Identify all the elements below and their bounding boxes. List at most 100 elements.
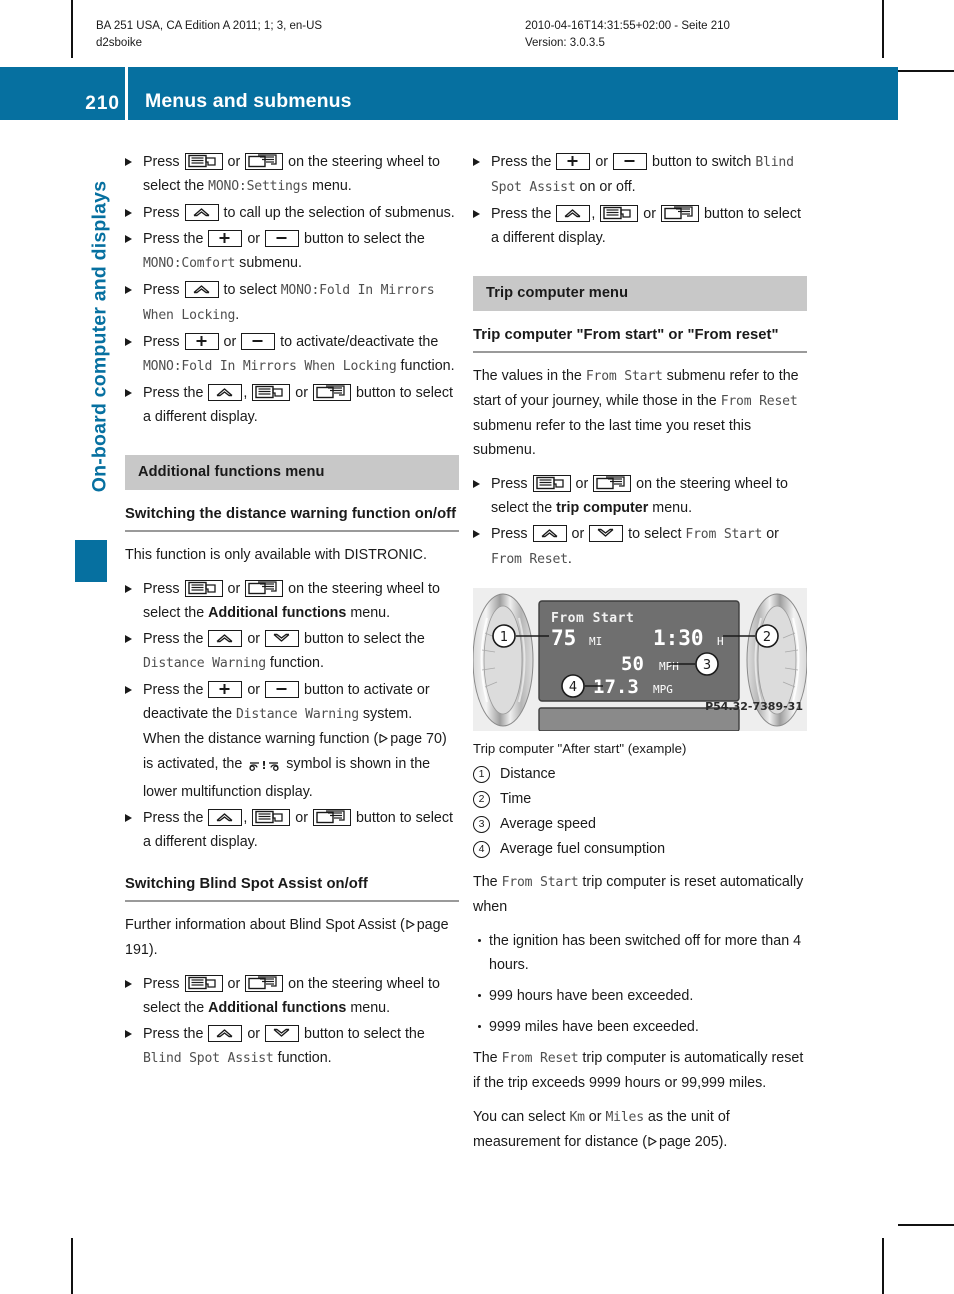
step-text: or (567, 526, 589, 542)
list-item: Press the or button to select the Blind … (125, 1022, 459, 1071)
distance-note-text: When the distance warning function ( (143, 731, 379, 747)
units-text: You can select Km or Miles as the unit o… (473, 1105, 807, 1155)
menu-name-distance-warning: Distance Warning (143, 656, 266, 671)
left-panel-button-icon (252, 809, 291, 826)
menu-name-distance-warning: Distance Warning (236, 707, 359, 722)
legend-item: 2 Time (473, 787, 807, 812)
crop-mark-top-left (71, 0, 73, 58)
section-banner-trip-computer: Trip computer menu (473, 276, 807, 311)
step-text: . (567, 551, 572, 567)
list-item: 999 hours have been exceeded. (473, 984, 807, 1008)
step-text: menu. (648, 500, 693, 516)
minus-button-icon (241, 333, 276, 350)
list-item: 9999 miles have been exceeded. (473, 1015, 807, 1039)
step-text: or (291, 385, 312, 401)
figure-distance-value: 75 (551, 626, 576, 650)
up-arrow-button-icon (532, 525, 567, 542)
figure-time-unit: H (717, 635, 724, 648)
blindspot-intro: Further information about Blind Spot Ass… (125, 913, 459, 962)
down-arrow-button-icon (265, 1025, 300, 1042)
step-text: function. (396, 358, 455, 374)
list-item: Press or on the steering wheel to select… (125, 577, 459, 625)
figure-callout-4: 4 (561, 674, 585, 698)
step-text: menu. (346, 1000, 391, 1016)
right-panel-button-icon (313, 384, 351, 401)
distance-intro-text: This function is only available with DIS… (125, 547, 427, 563)
minus-button-icon (265, 681, 300, 698)
list-item: Press the or button to activate or deact… (125, 678, 459, 804)
step-text: button to switch (648, 154, 756, 170)
trip-computer-intro: The values in the From Start submenu ref… (473, 364, 807, 462)
step-text: or (591, 154, 613, 170)
legend-label: Time (500, 791, 532, 807)
down-arrow-button-icon (589, 525, 624, 542)
print-meta-right: 2010-04-16T14:31:55+02:00 - Seite 210 Ve… (525, 20, 730, 49)
list-item: Press or on the steering wheel to select… (473, 472, 807, 520)
step-text: or (223, 581, 245, 597)
step-text: or (243, 1026, 265, 1042)
right-panel-button-icon (593, 475, 632, 492)
legend-item: 4 Average fuel consumption (473, 837, 807, 862)
menu-name-additional-functions: Additional functions (208, 605, 347, 621)
step-text: button to select the (300, 1026, 425, 1042)
reset-text: The (473, 1050, 502, 1066)
page-reference[interactable]: page 205 (659, 1134, 719, 1150)
step-text: or (243, 231, 265, 247)
legend-label: Average fuel consumption (500, 841, 666, 857)
menu-name-trip-computer: trip computer (556, 500, 649, 516)
page-reference[interactable]: page 70 (390, 731, 442, 747)
up-arrow-button-icon (184, 204, 219, 221)
units-label: or (584, 1109, 606, 1125)
step-text: function. (265, 655, 324, 671)
step-text: , (243, 385, 252, 401)
figure-image-code: P54.32-7389-31 (705, 700, 803, 713)
figure-consumption-unit: MPG (653, 683, 673, 696)
step-text: menu. (346, 605, 391, 621)
svg-text:2: 2 (763, 630, 771, 645)
legend-number: 3 (473, 816, 490, 833)
section-banner-additional-functions: Additional functions menu (125, 455, 459, 490)
list-item: Press the , or button to select a differ… (125, 806, 459, 854)
menu-name-miles: Miles (605, 1110, 645, 1125)
menu-name-additional-functions: Additional functions (208, 1000, 347, 1016)
menu-name-blind-spot-assist: Blind Spot Assist (143, 1051, 274, 1066)
intro-text: submenu refer to the last time you reset… (473, 418, 752, 458)
legend-number: 4 (473, 841, 490, 858)
reset-auto-text: The From Reset trip computer is automati… (473, 1046, 807, 1095)
subheading-rule (473, 351, 807, 353)
step-text: submenu. (235, 255, 302, 271)
list-item: Press or on the steering wheel to select… (125, 150, 459, 199)
step-text: or (243, 631, 265, 647)
figure-callout-3: 3 (695, 652, 719, 676)
plus-button-icon (184, 333, 219, 350)
left-panel-button-icon (600, 205, 639, 222)
step-text: Press (143, 205, 184, 221)
legend-number: 2 (473, 791, 490, 808)
step-text: Press the (143, 810, 208, 826)
step-text: button to select the (300, 231, 425, 247)
step-text: Press (491, 526, 532, 542)
list-item: Press to call up the selection of submen… (125, 201, 459, 225)
minus-button-icon (265, 230, 300, 247)
menu-name-settings: MONO:Settings (208, 179, 309, 194)
figure-callout-2: 2 (755, 624, 779, 648)
plus-button-icon (208, 681, 243, 698)
step-text: or (219, 334, 241, 350)
list-item: Press or to select From Start or From Re… (473, 522, 807, 572)
page-reference-arrow-icon (378, 728, 389, 752)
step-text: Press the (491, 154, 556, 170)
list-item: Press or on the steering wheel to select… (125, 972, 459, 1020)
figure-callout-1: 1 (492, 624, 516, 648)
right-column: Press the or button to switch Blind Spot… (473, 150, 807, 1165)
step-text: Press the (491, 206, 556, 222)
legend-item: 3 Average speed (473, 812, 807, 837)
distance-warning-symbol-icon: ! (248, 756, 280, 780)
list-item: Press to select MONO:Fold In Mirrors Whe… (125, 278, 459, 328)
plus-button-icon (556, 153, 591, 170)
right-panel-button-icon (245, 975, 284, 992)
up-arrow-button-icon (208, 384, 243, 401)
legend-label: Average speed (500, 816, 596, 832)
left-panel-button-icon (184, 580, 223, 597)
up-arrow-button-icon (208, 809, 243, 826)
page-number: 210 (85, 93, 120, 114)
